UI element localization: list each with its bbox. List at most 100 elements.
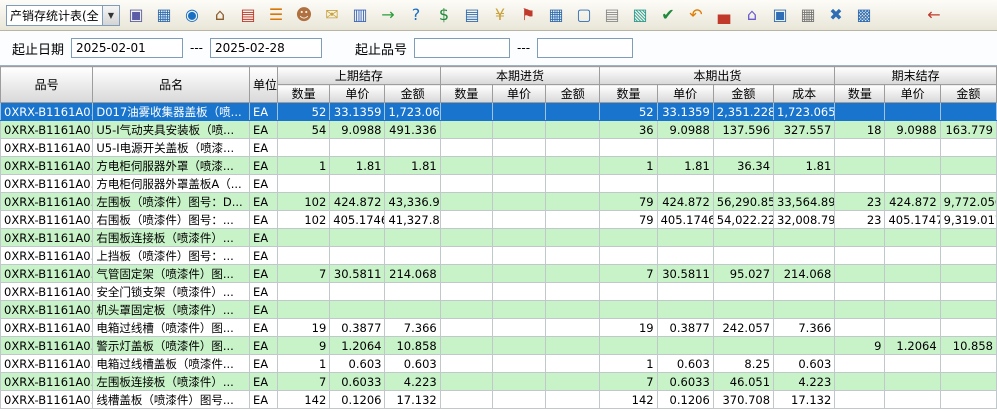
help-icon[interactable]: ? xyxy=(404,3,428,27)
globe-icon[interactable]: ◉ xyxy=(180,3,204,27)
undo-icon[interactable]: ↶ xyxy=(684,3,708,27)
value-cell xyxy=(885,229,940,247)
dollar-icon[interactable]: $ xyxy=(432,3,456,27)
date-from-input[interactable] xyxy=(71,38,183,58)
flag-icon[interactable]: ⚑ xyxy=(516,3,540,27)
item-no-cell: 0XRX-B1161A0... xyxy=(1,265,93,283)
table-row[interactable]: 0XRX-B1161A0...D017油雾收集器盖板（喷...EA5233.13… xyxy=(1,103,997,121)
report-type-select[interactable]: 产销存统计表(全 ▼ xyxy=(6,5,120,26)
cart-icon[interactable]: ▤ xyxy=(460,3,484,27)
item-to-input[interactable] xyxy=(537,38,633,58)
tv-icon[interactable]: ▣ xyxy=(768,3,792,27)
item-no-cell: 0XRX-B1161A0... xyxy=(1,157,93,175)
table-row[interactable]: 0XRX-B1161A0...电箱过线槽盖板（喷漆件...EA10.6030.6… xyxy=(1,355,997,373)
col-header-qty[interactable]: 数量 xyxy=(278,85,330,103)
users-icon[interactable]: ☻ xyxy=(292,3,316,27)
col-header-price[interactable]: 单价 xyxy=(492,85,545,103)
value-cell xyxy=(330,175,385,193)
col-header-item-no[interactable]: 品号 xyxy=(1,67,93,103)
value-cell xyxy=(940,319,996,337)
item-from-input[interactable] xyxy=(414,38,510,58)
item-no-cell: 0XRX-B1161A0... xyxy=(1,355,93,373)
ok-icon[interactable]: ✔ xyxy=(656,3,680,27)
item-name-cell: 安全门锁支架（喷漆件）... xyxy=(93,283,250,301)
calendar-icon[interactable]: ▦ xyxy=(544,3,568,27)
monitor-icon[interactable]: ▦ xyxy=(152,3,176,27)
value-cell xyxy=(940,103,996,121)
close-icon[interactable]: ✖ xyxy=(824,3,848,27)
col-header-qty[interactable]: 数量 xyxy=(835,85,885,103)
table-row[interactable]: 0XRX-B1161A0...电箱过线槽（喷漆件）图...EA190.38777… xyxy=(1,319,997,337)
screen-icon[interactable]: ▢ xyxy=(572,3,596,27)
value-cell: 7 xyxy=(600,265,657,283)
table-row[interactable]: 0XRX-B1161A0...上挡板（喷漆件）图号：...EA xyxy=(1,247,997,265)
value-cell xyxy=(657,283,713,301)
value-cell xyxy=(713,139,773,157)
col-header-amount[interactable]: 金额 xyxy=(713,85,773,103)
col-header-cost[interactable]: 成本 xyxy=(774,85,835,103)
exit-icon[interactable]: ← xyxy=(922,3,946,27)
money-icon[interactable]: ¥ xyxy=(488,3,512,27)
value-cell xyxy=(885,157,940,175)
bank-icon[interactable]: ⌂ xyxy=(740,3,764,27)
table-row[interactable]: 0XRX-B1161A0...右围板连接板（喷漆件）...EA xyxy=(1,229,997,247)
unit-cell: EA xyxy=(249,139,277,157)
value-cell xyxy=(774,283,835,301)
value-cell xyxy=(440,229,492,247)
value-cell: 7.366 xyxy=(774,319,835,337)
col-header-unit[interactable]: 单位 xyxy=(249,67,277,103)
copy-icon[interactable]: ▩ xyxy=(852,3,876,27)
table-row[interactable]: 0XRX-B1161A0...安全门锁支架（喷漆件）...EA xyxy=(1,283,997,301)
link-icon[interactable]: → xyxy=(376,3,400,27)
network-icon[interactable]: ▧ xyxy=(628,3,652,27)
mail-icon[interactable]: ✉ xyxy=(320,3,344,27)
col-header-amount[interactable]: 金额 xyxy=(546,85,600,103)
date-to-input[interactable] xyxy=(210,38,322,58)
value-cell xyxy=(774,337,835,355)
calc-icon[interactable]: ▦ xyxy=(796,3,820,27)
item-separator: --- xyxy=(517,41,530,55)
value-cell xyxy=(440,157,492,175)
value-cell xyxy=(885,301,940,319)
col-header-amount[interactable]: 金额 xyxy=(940,85,996,103)
calculator-icon[interactable]: ▤ xyxy=(236,3,260,27)
chart-icon[interactable]: ▄ xyxy=(712,3,736,27)
home-icon[interactable]: ⌂ xyxy=(208,3,232,27)
books-icon[interactable]: ☰ xyxy=(264,3,288,27)
value-cell xyxy=(835,229,885,247)
col-group-end-balance: 期末结存 xyxy=(835,67,997,85)
unit-cell: EA xyxy=(249,193,277,211)
value-cell xyxy=(546,355,600,373)
drive-icon[interactable]: ▤ xyxy=(600,3,624,27)
table-row[interactable]: 0XRX-B1161A0...右围板（喷漆件）图号：...EA102405.17… xyxy=(1,211,997,229)
value-cell xyxy=(546,139,600,157)
table-row[interactable]: 0XRX-B1161A0...线槽盖板（喷漆件）图号...EA1420.1206… xyxy=(1,391,997,409)
print-icon[interactable]: ▣ xyxy=(124,3,148,27)
value-cell: 17.132 xyxy=(774,391,835,409)
table-row[interactable]: 0XRX-B1161A0...U5-I电源开关盖板（喷漆...EA xyxy=(1,139,997,157)
item-name-cell: 气管固定架（喷漆件）图... xyxy=(93,265,250,283)
table-row[interactable]: 0XRX-B1161A0...方电柜伺服器外罩盖板A（...EA xyxy=(1,175,997,193)
value-cell xyxy=(546,211,600,229)
table-row[interactable]: 0XRX-B1161A0...左围板（喷漆件）图号：D...EA102424.8… xyxy=(1,193,997,211)
col-header-item-name[interactable]: 品名 xyxy=(93,67,250,103)
table-row[interactable]: 0XRX-B1161A0...警示灯盖板（喷漆件）图...EA91.206410… xyxy=(1,337,997,355)
chevron-down-icon[interactable]: ▼ xyxy=(102,6,119,25)
table-row[interactable]: 0XRX-B1161A0...方电柜伺服器外罩（喷漆...EA11.811.81… xyxy=(1,157,997,175)
col-header-price[interactable]: 单价 xyxy=(657,85,713,103)
value-cell: 18 xyxy=(835,121,885,139)
value-cell: 214.068 xyxy=(774,265,835,283)
item-name-cell: U5-I气动夹具安装板（喷... xyxy=(93,121,250,139)
table-row[interactable]: 0XRX-B1161A0...U5-I气动夹具安装板（喷...EA549.098… xyxy=(1,121,997,139)
value-cell: 7 xyxy=(278,373,330,391)
col-header-price[interactable]: 单价 xyxy=(330,85,385,103)
table-row[interactable]: 0XRX-B1161A0...机头罩固定板（喷漆件）...EA xyxy=(1,301,997,319)
table-row[interactable]: 0XRX-B1161A0...气管固定架（喷漆件）图...EA730.58112… xyxy=(1,265,997,283)
table-row[interactable]: 0XRX-B1161A0...左围板连接板（喷漆件）...EA70.60334.… xyxy=(1,373,997,391)
col-header-qty[interactable]: 数量 xyxy=(600,85,657,103)
col-header-qty[interactable]: 数量 xyxy=(440,85,492,103)
col-header-price[interactable]: 单价 xyxy=(885,85,940,103)
item-name-cell: 右围板（喷漆件）图号：... xyxy=(93,211,250,229)
col-header-amount[interactable]: 金额 xyxy=(385,85,440,103)
save-icon[interactable]: ▥ xyxy=(348,3,372,27)
